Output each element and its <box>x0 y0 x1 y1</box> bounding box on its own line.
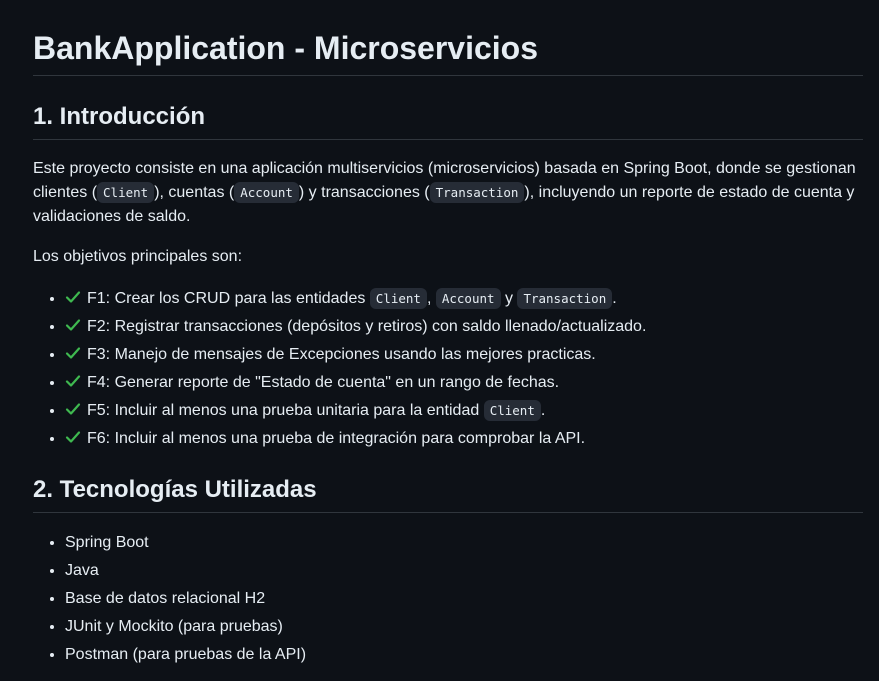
technologies-list: Spring Boot Java Base de datos relaciona… <box>33 529 863 669</box>
intro-text-3: ) y transacciones ( <box>298 184 430 201</box>
list-item: F1: Crear los CRUD para las entidades Cl… <box>65 285 863 313</box>
objectives-list: F1: Crear los CRUD para las entidades Cl… <box>33 285 863 453</box>
code-account: Account <box>435 288 501 309</box>
section-heading-tecnologias: 2. Tecnologías Utilizadas <box>33 474 863 513</box>
code-account: Account <box>234 182 299 203</box>
sentence-end: . <box>612 290 617 307</box>
separator: , <box>426 290 432 307</box>
check-mark-icon <box>65 375 81 387</box>
list-item: F3: Manejo de mensajes de Excepciones us… <box>65 341 863 369</box>
objectives-intro: Los objetivos principales son: <box>33 248 243 265</box>
objective-text: F5: Incluir al menos una prueba unitaria… <box>87 402 484 419</box>
page-title: BankApplication - Microservicios <box>33 22 863 76</box>
separator: y <box>504 290 513 307</box>
list-item: F4: Generar reporte de "Estado de cuenta… <box>65 369 863 397</box>
list-item: Postman (para pruebas de la API) <box>65 641 863 669</box>
list-item: JUnit y Mockito (para pruebas) <box>65 613 863 641</box>
list-item: Base de datos relacional H2 <box>65 585 863 613</box>
code-transaction: Transaction <box>429 182 525 203</box>
code-transaction: Transaction <box>517 288 613 309</box>
check-mark-icon <box>65 403 81 415</box>
intro-paragraph: Este proyecto consiste en una aplicación… <box>33 157 863 229</box>
markdown-body: BankApplication - Microservicios 1. Intr… <box>0 0 879 669</box>
check-mark-icon <box>65 431 81 443</box>
list-item: Java <box>65 557 863 585</box>
code-client: Client <box>369 288 427 309</box>
objective-text: F1: Crear los CRUD para las entidades <box>87 290 370 307</box>
check-mark-icon <box>65 319 81 331</box>
list-item: F2: Registrar transacciones (depósitos y… <box>65 313 863 341</box>
objective-text: F3: Manejo de mensajes de Excepciones us… <box>87 346 596 363</box>
objective-text: F2: Registrar transacciones (depósitos y… <box>87 318 647 335</box>
section-heading-introduccion: 1. Introducción <box>33 101 863 140</box>
intro-text-2: ), cuentas ( <box>154 184 235 201</box>
sentence-end: . <box>540 402 546 419</box>
list-item: F6: Incluir al menos una prueba de integ… <box>65 425 863 453</box>
list-item: F5: Incluir al menos una prueba unitaria… <box>65 397 863 425</box>
code-client: Client <box>483 400 541 421</box>
objective-text: F4: Generar reporte de "Estado de cuenta… <box>87 374 560 391</box>
objective-text: F6: Incluir al menos una prueba de integ… <box>87 430 586 447</box>
check-mark-icon <box>65 347 81 359</box>
list-item: Spring Boot <box>65 529 863 557</box>
check-mark-icon <box>65 291 81 303</box>
code-client: Client <box>97 182 155 203</box>
